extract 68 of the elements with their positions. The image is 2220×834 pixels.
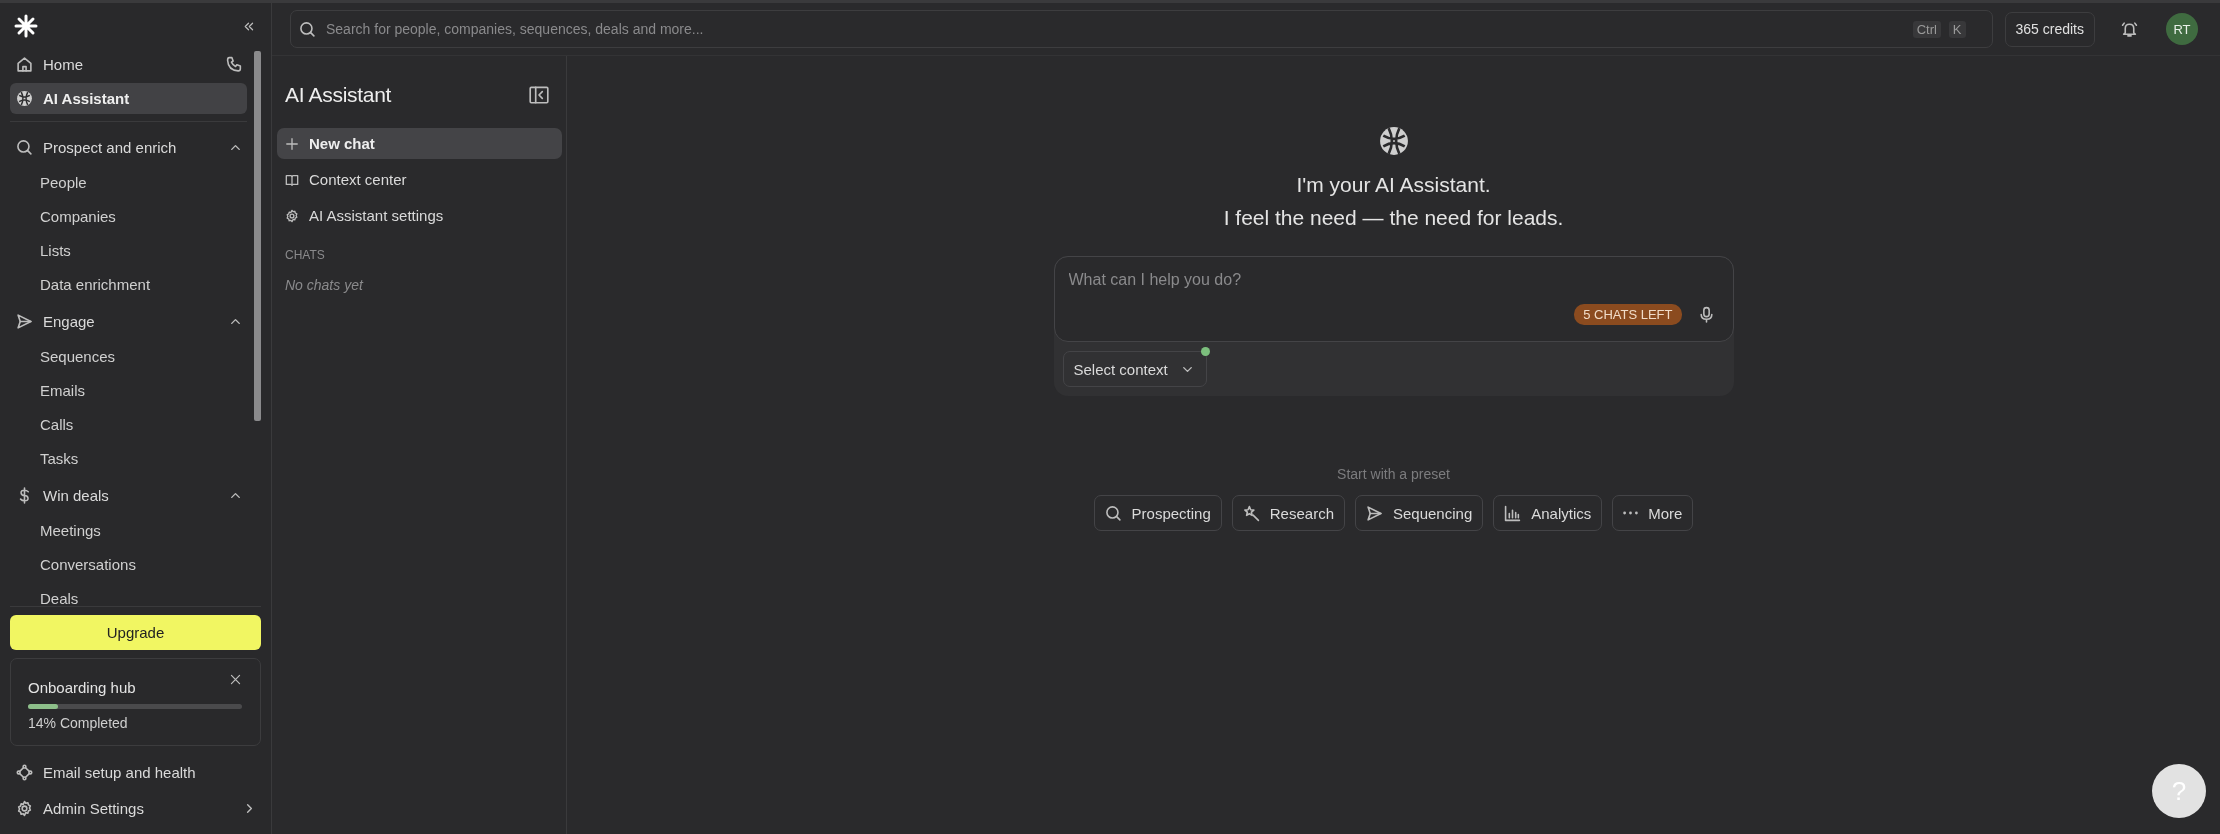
nav-section[interactable]: Prospect and enrich [10, 132, 247, 163]
search-icon [1104, 504, 1122, 522]
prompt-input[interactable]: What can I help you do? [1068, 271, 1719, 299]
nav-item[interactable]: Home [10, 49, 247, 80]
settings-icon [285, 208, 299, 223]
globe-icon [16, 90, 33, 107]
section-heading: CHATS [284, 247, 326, 262]
sparkle-icon [1242, 504, 1260, 522]
network-icon [16, 763, 33, 781]
search-icon [299, 20, 316, 38]
book-icon [285, 172, 299, 187]
nav-item[interactable]: Deals [10, 582, 247, 606]
nav-item[interactable]: Data enrichment [10, 268, 247, 302]
bar-chart-icon [1504, 504, 1522, 522]
nav-item[interactable]: Lists [10, 234, 247, 268]
status-dot [1200, 347, 1210, 356]
search-input[interactable]: Search for people, companies, sequences, deals and more... [324, 20, 1905, 38]
nav-item[interactable]: Meetings [10, 514, 247, 548]
nav-item[interactable]: Admin Settings [10, 792, 261, 824]
chats-left-badge: 5 CHATS LEFT [1574, 303, 1682, 325]
preset-button[interactable]: Research [1231, 495, 1345, 531]
preset-button[interactable]: Sequencing [1355, 495, 1484, 531]
panel-item[interactable]: AI Assistant settings [277, 200, 562, 231]
collapse-panel-icon[interactable] [528, 84, 550, 106]
send-icon [1366, 504, 1383, 522]
progress-text: 14% Completed [28, 715, 129, 731]
scrollbar[interactable] [254, 51, 261, 421]
greeting-text: I'm your AI Assistant. [1296, 172, 1491, 198]
logo-icon[interactable] [14, 14, 38, 38]
nav-item[interactable]: Emails [10, 374, 247, 408]
empty-text: No chats yet [284, 276, 365, 293]
more-icon [1623, 511, 1639, 515]
nav-item[interactable]: Companies [10, 200, 247, 234]
prompt-field[interactable]: What can I help you do? 5 CHATS LEFT [1053, 256, 1734, 342]
nav-section[interactable]: Win deals [10, 480, 247, 511]
avatar[interactable]: RT [2166, 13, 2198, 45]
panel-title: AI Assistant [285, 83, 392, 107]
nav-item[interactable]: Conversations [10, 548, 247, 582]
close-icon[interactable] [229, 673, 242, 686]
bell-icon[interactable] [2121, 20, 2138, 38]
home-icon [16, 56, 33, 73]
send-icon [16, 313, 33, 330]
nav-item[interactable]: Tasks [10, 442, 247, 476]
microphone-icon[interactable] [1697, 305, 1715, 323]
nav-section[interactable]: Engage [10, 306, 247, 337]
preset-button[interactable]: More [1612, 495, 1694, 531]
settings-icon [16, 799, 33, 817]
assistant-logo-icon [1378, 126, 1409, 156]
panel-item[interactable]: New chat [277, 128, 562, 159]
preset-button[interactable]: Prospecting [1093, 495, 1222, 531]
shortcut-key: K [1948, 20, 1966, 38]
credits-button[interactable]: 365 credits [2004, 11, 2095, 47]
shortcut-key: Ctrl [1912, 20, 1941, 38]
upgrade-button[interactable]: Upgrade [10, 615, 261, 650]
plus-icon [285, 136, 299, 151]
nav-item[interactable]: AI Assistant [10, 83, 247, 114]
nav-item[interactable]: People [10, 166, 247, 200]
preset-label: Start with a preset [1337, 466, 1450, 482]
phone-icon [226, 56, 243, 73]
card-title: Onboarding hub [28, 679, 136, 696]
panel-item[interactable]: Context center [277, 164, 562, 195]
greeting-text: I feel the need — the need for leads. [1223, 205, 1564, 231]
nav-item[interactable]: Sequences [10, 340, 247, 374]
preset-button[interactable]: Analytics [1493, 495, 1603, 531]
search-field[interactable]: Search for people, companies, sequences, deals and more... Ctrl K [290, 10, 1993, 48]
nav-item[interactable]: Calls [10, 408, 247, 442]
nav-item[interactable]: Email setup and health [10, 756, 261, 788]
search-icon [16, 139, 33, 156]
